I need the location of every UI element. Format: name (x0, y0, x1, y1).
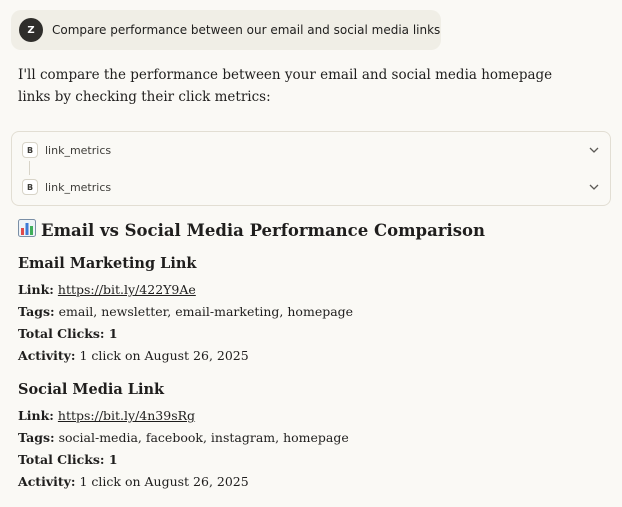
social-section-title: Social Media Link (18, 381, 165, 398)
social-activity: 1 click on August 26, 2025 (79, 474, 249, 489)
chevron-down-icon[interactable] (588, 181, 600, 193)
email-activity-line: Activity: 1 click on August 26, 2025 (18, 347, 249, 365)
social-link-line: Link: https://bit.ly/4n39sRg (18, 407, 195, 425)
social-tags: social-media, facebook, instagram, homep… (58, 430, 349, 445)
tool-badge: B (22, 142, 38, 158)
activity-label: Activity: (18, 474, 76, 489)
activity-label: Activity: (18, 348, 76, 363)
user-message-text: Compare performance between our email an… (52, 23, 441, 37)
email-section-title: Email Marketing Link (18, 255, 197, 272)
email-link-line: Link: https://bit.ly/422Y9Ae (18, 281, 196, 299)
email-total-clicks: Total Clicks: 1 (18, 325, 118, 343)
tool-badge: B (22, 179, 38, 195)
user-avatar[interactable]: Z (19, 18, 43, 42)
report-heading-text: Email vs Social Media Performance Compar… (41, 220, 486, 240)
tool-calls-panel: B link_metrics B link_metrics (11, 131, 611, 206)
chevron-down-icon[interactable] (588, 144, 600, 156)
total-clicks-label: Total Clicks: 1 (18, 326, 118, 341)
report-heading: Email vs Social Media Performance Compar… (18, 219, 485, 241)
tags-label: Tags: (18, 304, 55, 319)
email-activity: 1 click on August 26, 2025 (79, 348, 249, 363)
tool-call-row[interactable]: B link_metrics (12, 135, 610, 165)
tags-label: Tags: (18, 430, 55, 445)
social-total-clicks: Total Clicks: 1 (18, 451, 118, 469)
social-tags-line: Tags: social-media, facebook, instagram,… (18, 429, 349, 447)
email-link[interactable]: https://bit.ly/422Y9Ae (58, 282, 196, 297)
tool-call-name: link_metrics (45, 180, 112, 194)
social-link[interactable]: https://bit.ly/4n39sRg (58, 408, 195, 423)
email-tags: email, newsletter, email-marketing, home… (58, 304, 354, 319)
link-label: Link: (18, 408, 54, 423)
assistant-intro-text: I'll compare the performance between you… (18, 67, 553, 105)
tool-call-row[interactable]: B link_metrics (12, 172, 610, 202)
email-tags-line: Tags: email, newsletter, email-marketing… (18, 303, 353, 321)
social-activity-line: Activity: 1 click on August 26, 2025 (18, 473, 249, 491)
total-clicks-label: Total Clicks: 1 (18, 452, 118, 467)
user-message-bubble: Z Compare performance between our email … (11, 10, 441, 50)
bar-chart-icon (18, 219, 41, 241)
tool-call-name: link_metrics (45, 143, 112, 157)
link-label: Link: (18, 282, 54, 297)
